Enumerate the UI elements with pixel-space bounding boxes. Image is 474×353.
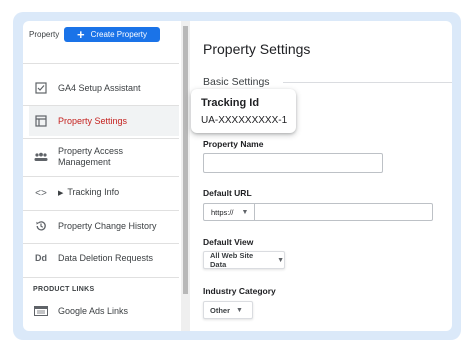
protocol-select[interactable]: https:// ▼ [203,203,255,221]
expand-arrow-icon: ▶ [58,190,64,197]
sidebar-item-label: ▶ Tracking Info [58,187,120,197]
page-title: Property Settings [203,41,311,57]
sidebar-item-label: Property Access Management [58,146,124,167]
tracking-id-value: UA-XXXXXXXXX-1 [201,115,288,126]
sidebar-item-label: GA4 Setup Assistant [58,82,141,93]
default-url-label: Default URL [203,188,252,198]
product-links-heading: PRODUCT LINKS [33,286,95,293]
google-ads-icon [29,306,53,316]
sidebar-item-data-deletion[interactable]: Dd Data Deletion Requests [29,243,179,273]
default-view-value: All Web Site Data [210,251,254,269]
sidebar-item-property-settings[interactable]: Property Settings [29,106,179,136]
scrollbar-thumb[interactable] [183,26,188,294]
sidebar-item-access-management[interactable]: Property Access Management [29,142,179,172]
checkbox-icon [29,82,53,94]
main-content: Property Settings Basic Settings Trackin… [191,21,452,331]
admin-panel: Property + Create Property GA4 Setup Ass… [23,21,452,331]
settings-page-icon [29,115,53,127]
code-icon: <> [35,187,47,199]
chevron-down-icon: ▼ [236,306,243,314]
chevron-down-icon: ▼ [241,208,249,216]
sidebar-item-ga4-setup[interactable]: GA4 Setup Assistant [29,73,179,103]
property-label: Property [29,30,60,39]
history-icon [29,220,53,232]
sidebar: Property + Create Property GA4 Setup Ass… [23,21,181,331]
sidebar-item-label: Property Change History [58,220,157,231]
industry-category-label: Industry Category [203,286,276,296]
industry-category-select[interactable]: Other ▼ [203,301,253,319]
chevron-down-icon: ▼ [277,256,284,264]
people-icon [29,152,53,162]
sidebar-item-label: Property Settings [58,115,128,126]
sidebar-item-google-ads-links[interactable]: Google Ads Links [29,296,179,326]
sidebar-item-label: Data Deletion Requests [58,252,154,263]
section-heading: Basic Settings [203,76,270,88]
sidebar-item-tracking-info[interactable]: <> ▶ Tracking Info [29,178,179,208]
default-view-label: Default View [203,237,254,247]
sidebar-divider [23,63,179,64]
default-view-select[interactable]: All Web Site Data ▼ [203,251,285,269]
industry-category-value: Other [210,305,231,315]
create-property-label: Create Property [90,30,148,39]
tracking-id-card: Tracking Id UA-XXXXXXXXX-1 [191,89,296,133]
section-divider [283,82,452,83]
sidebar-item-change-history[interactable]: Property Change History [29,211,179,241]
sidebar-divider [23,138,179,139]
property-name-label: Property Name [203,139,264,149]
dd-icon: Dd [35,253,47,263]
plus-icon: + [76,26,85,42]
sidebar-divider [23,176,179,177]
sidebar-divider [23,277,179,278]
property-name-input[interactable] [203,153,383,173]
tracking-id-label: Tracking Id [201,97,260,109]
protocol-value: https:// [211,207,234,217]
sidebar-item-label: Google Ads Links [58,305,129,316]
create-property-button[interactable]: + Create Property [64,27,160,42]
default-url-input[interactable] [255,203,433,221]
